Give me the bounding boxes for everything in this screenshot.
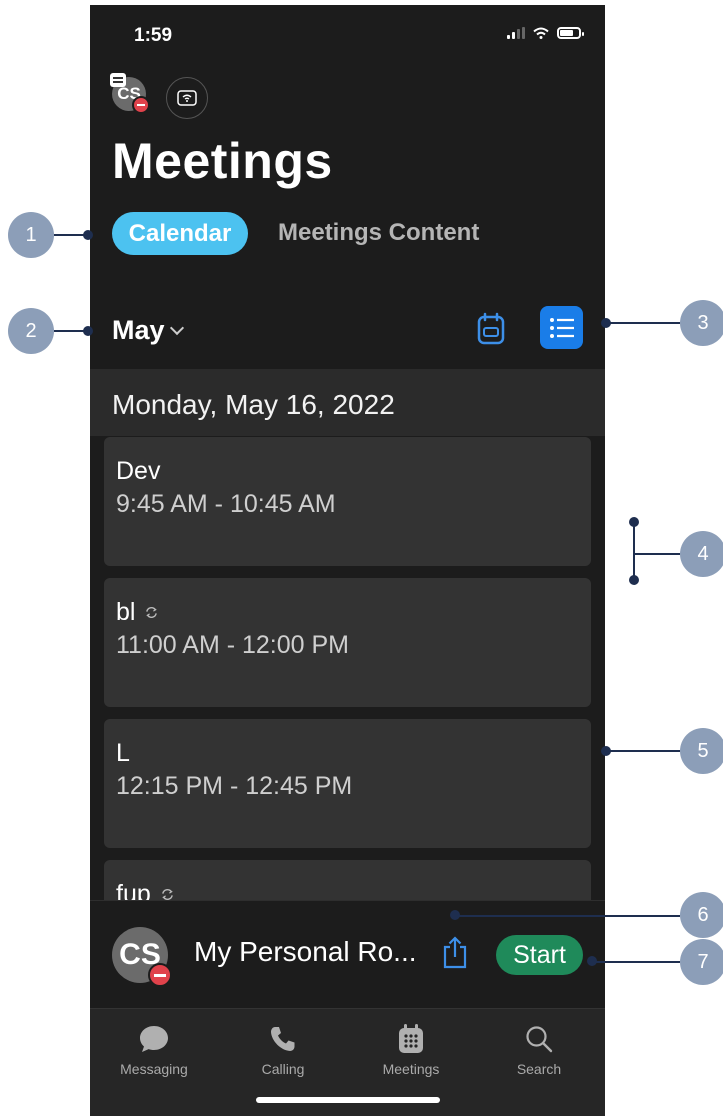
personal-room-name[interactable]: My Personal Ro... <box>194 936 417 968</box>
profile-avatar[interactable]: CS <box>110 73 150 114</box>
battery-icon <box>557 27 584 39</box>
meeting-title: Dev <box>116 457 160 486</box>
callout-badge: 1 <box>8 212 54 258</box>
recurring-icon <box>146 607 158 618</box>
nav-item-meetings[interactable]: Meetings <box>361 1021 461 1077</box>
meeting-card[interactable]: L 12:15 PM - 12:45 PM <box>104 719 591 848</box>
callout-line <box>606 322 680 324</box>
share-icon[interactable] <box>442 935 468 969</box>
meeting-title-text: Dev <box>116 457 161 485</box>
meeting-title-text: bl <box>116 598 136 626</box>
callout-dot <box>601 318 611 328</box>
callout-badge: 7 <box>680 939 723 985</box>
meeting-title: bl <box>116 598 158 627</box>
nav-item-search[interactable]: Search <box>489 1021 589 1077</box>
do-not-disturb-icon <box>132 96 150 114</box>
nav-label: Calling <box>261 1061 305 1077</box>
date-header: Monday, May 16, 2022 <box>90 369 605 436</box>
callout-bracket <box>633 522 635 580</box>
signal-icon <box>507 27 525 39</box>
page-title: Meetings <box>112 133 333 189</box>
proximity-icon <box>177 90 197 106</box>
tab-calendar[interactable]: Calendar <box>112 212 248 255</box>
search-icon <box>526 1026 553 1053</box>
month-label: May <box>112 315 165 345</box>
meeting-card[interactable]: Dev 9:45 AM - 10:45 AM <box>104 437 591 566</box>
callout-dot <box>629 575 639 585</box>
callout-badge: 3 <box>680 300 723 346</box>
callout-dot <box>83 326 93 336</box>
start-button[interactable]: Start <box>496 935 583 975</box>
day-view-icon[interactable] <box>476 312 506 346</box>
list-icon <box>549 317 574 338</box>
home-indicator <box>256 1097 440 1103</box>
meeting-time: 11:00 AM - 12:00 PM <box>116 631 349 659</box>
nav-label: Search <box>516 1061 562 1077</box>
callout-badge: 2 <box>8 308 54 354</box>
callout-line <box>634 553 680 555</box>
callout-dot <box>629 517 639 527</box>
personal-room-avatar: CS <box>112 927 172 987</box>
nav-label: Meetings <box>382 1061 440 1077</box>
chat-bubble-icon <box>140 1026 168 1052</box>
callout-badge: 4 <box>680 531 723 577</box>
callout-dot <box>83 230 93 240</box>
callout-line <box>606 750 680 752</box>
callout-badge: 6 <box>680 892 723 938</box>
do-not-disturb-icon <box>148 963 172 987</box>
list-view-button[interactable] <box>540 306 583 349</box>
wifi-status-icon <box>533 27 549 39</box>
nav-label: Messaging <box>120 1061 188 1077</box>
phone-icon <box>271 1027 295 1051</box>
callout-badge: 5 <box>680 728 723 774</box>
chevron-down-icon <box>169 320 184 335</box>
status-icons <box>507 27 584 39</box>
callout-line <box>54 234 86 236</box>
status-message-icon <box>110 73 126 87</box>
callout-dot <box>601 746 611 756</box>
calendar-icon <box>399 1024 423 1053</box>
meeting-title-text: L <box>116 739 130 767</box>
callout-line <box>54 330 86 332</box>
tab-meetings-content[interactable]: Meetings Content <box>278 219 479 247</box>
nav-item-calling[interactable]: Calling <box>233 1021 333 1077</box>
nav-item-messaging[interactable]: Messaging <box>104 1021 204 1077</box>
meeting-title: L <box>116 739 130 768</box>
meeting-card[interactable]: bl 11:00 AM - 12:00 PM <box>104 578 591 707</box>
status-time: 1:59 <box>134 25 173 46</box>
month-selector[interactable]: May <box>112 315 184 346</box>
proximity-button[interactable] <box>166 77 208 119</box>
meeting-time: 9:45 AM - 10:45 AM <box>116 490 336 518</box>
callout-line <box>592 961 680 963</box>
date-header-label: Monday, May 16, 2022 <box>112 389 395 420</box>
phone-screen: 1:59 CS Meetings Calendar Meetings Conte… <box>90 5 605 1116</box>
meeting-time: 12:15 PM - 12:45 PM <box>116 772 353 800</box>
callout-dot <box>587 956 597 966</box>
callout-line <box>455 915 680 917</box>
callout-dot <box>450 910 460 920</box>
